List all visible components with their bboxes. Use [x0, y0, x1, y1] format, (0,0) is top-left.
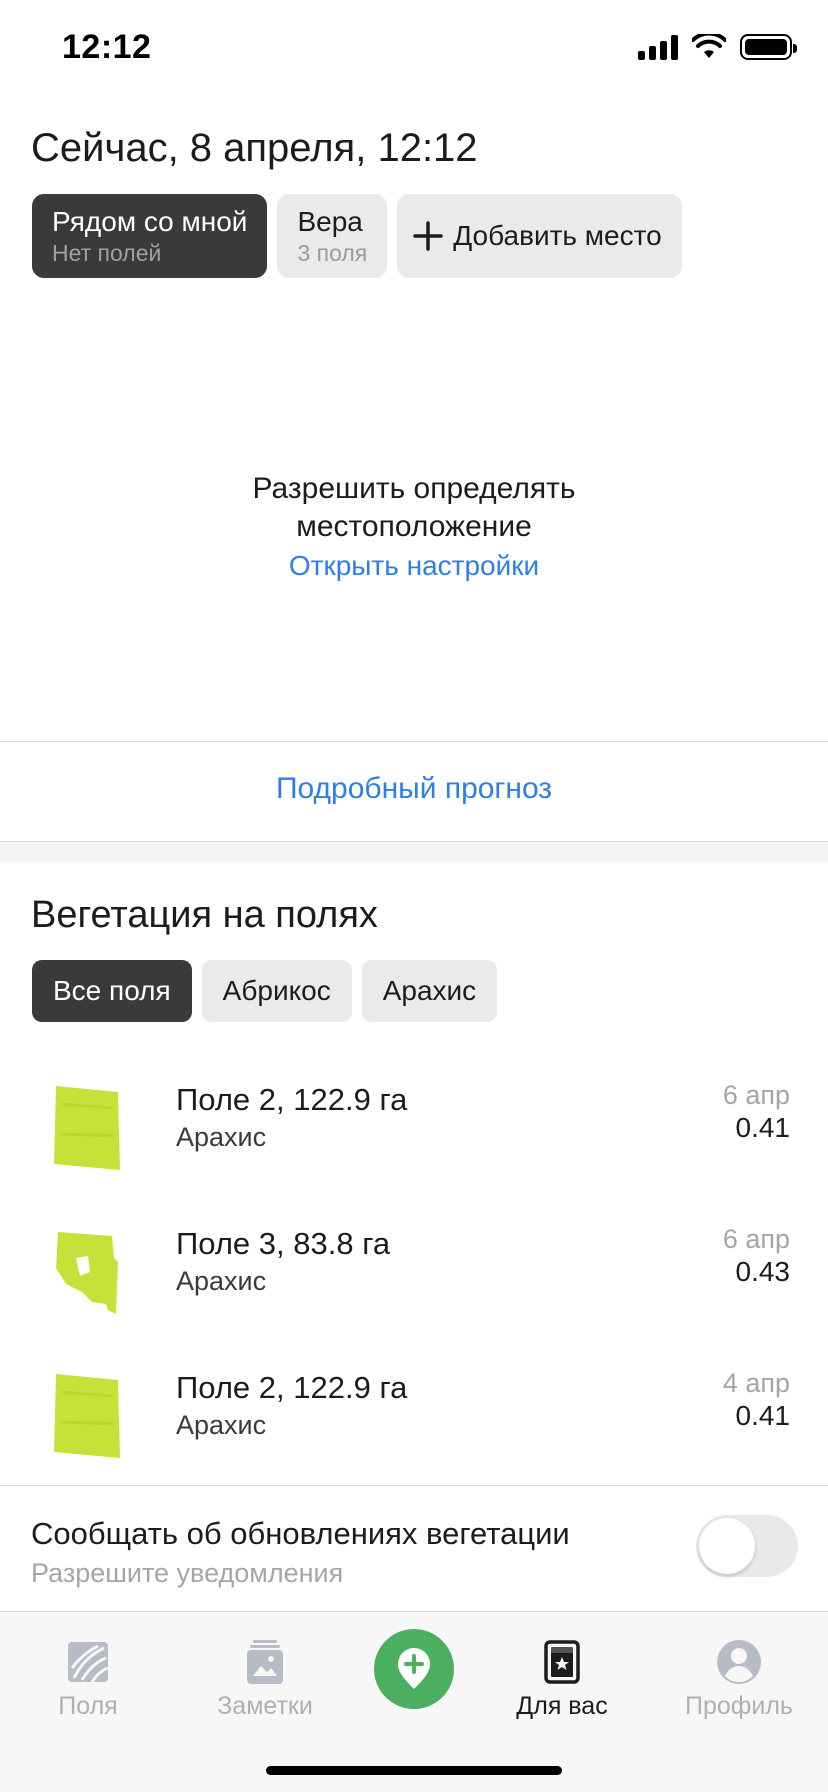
place-chip-subtitle: 3 поля: [297, 240, 368, 266]
field-list-item[interactable]: Поле 3, 83.8 га Арахис 6 апр 0.43: [0, 1206, 828, 1350]
divider: [0, 741, 828, 742]
vegetation-notifications-subtitle: Разрешите уведомления: [31, 1558, 344, 1588]
status-icons: [638, 34, 797, 60]
tab-notes[interactable]: Заметки: [185, 1624, 345, 1721]
page-title: Сейчас, 8 апреля, 12:12: [31, 126, 478, 170]
tab-label: Для вас: [516, 1692, 608, 1720]
field-shape-thumbnail: [54, 1374, 120, 1458]
add-note-button[interactable]: [374, 1629, 454, 1709]
add-place-label: Добавить место: [453, 220, 662, 251]
field-shape-thumbnail: [56, 1232, 118, 1314]
crop-filter-peanut[interactable]: Арахис: [361, 960, 498, 1022]
field-crop: Арахис: [176, 1122, 267, 1152]
place-chip-subtitle: Нет полей: [52, 240, 162, 266]
field-ndvi-date: 6 апр: [722, 1224, 790, 1254]
add-note-location-icon: [398, 1648, 430, 1689]
field-shape-thumbnail: [54, 1086, 120, 1170]
open-settings-link[interactable]: Открыть настройки: [289, 550, 539, 582]
cellular-signal-icon: [638, 34, 678, 60]
field-ndvi-value: 0.41: [735, 1112, 791, 1143]
place-selector: Рядом со мной Нет полей Вера 3 поля Доба…: [32, 194, 682, 278]
location-permission-prompt: Разрешить определять местоположение Откр…: [0, 470, 828, 582]
field-list-item[interactable]: Поле 2, 122.9 га Арахис 4 апр 0.41: [0, 1350, 828, 1494]
status-bar: 12:12: [0, 0, 828, 100]
place-chip-vera[interactable]: Вера 3 поля: [277, 194, 388, 278]
plus-icon: [413, 221, 444, 251]
tab-fields[interactable]: Поля: [8, 1624, 168, 1721]
tab-label: Заметки: [217, 1692, 313, 1720]
place-chip-title: Рядом со мной: [52, 206, 248, 237]
detailed-forecast-link[interactable]: Подробный прогноз: [0, 772, 828, 806]
place-chip-nearby[interactable]: Рядом со мной Нет полей: [32, 194, 268, 278]
field-list-item[interactable]: Поле 2, 122.9 га Арахис 6 апр 0.41: [0, 1062, 828, 1206]
wifi-icon: [692, 34, 726, 58]
section-separator: [0, 842, 828, 862]
crop-filter-apricot[interactable]: Абрикос: [201, 960, 352, 1022]
toggle-knob: [699, 1518, 755, 1574]
tab-profile[interactable]: Профиль: [659, 1624, 819, 1721]
tab-bar: Поля Заметки Для вас Профиль: [0, 1611, 828, 1792]
vegetation-notifications-title: Сообщать об обновлениях вегетации: [31, 1516, 570, 1551]
place-chip-title: Вера: [297, 206, 363, 237]
divider: [0, 1485, 828, 1486]
tab-label: Профиль: [685, 1692, 793, 1720]
location-permission-message: Разрешить определять местоположение: [252, 472, 576, 543]
add-place-button[interactable]: Добавить место: [397, 194, 682, 278]
field-name: Поле 3, 83.8 га: [176, 1226, 391, 1261]
crop-filter-all[interactable]: Все поля: [32, 960, 192, 1022]
field-crop: Арахис: [176, 1410, 267, 1440]
fields-icon: [68, 1642, 109, 1683]
notes-icon: [247, 1640, 283, 1684]
tab-label: Поля: [58, 1692, 118, 1720]
field-ndvi-date: 6 апр: [722, 1080, 790, 1110]
home-indicator[interactable]: [266, 1766, 562, 1775]
tab-for-you[interactable]: Для вас: [482, 1624, 642, 1721]
crop-filter: Все поля Абрикос Арахис: [32, 960, 498, 1022]
field-name: Поле 2, 122.9 га: [176, 1370, 408, 1405]
status-time: 12:12: [62, 28, 152, 66]
battery-icon: [740, 34, 797, 60]
profile-icon: [717, 1640, 761, 1684]
field-ndvi-value: 0.43: [735, 1256, 791, 1287]
for-you-icon: [544, 1640, 580, 1684]
field-name: Поле 2, 122.9 га: [176, 1082, 408, 1117]
vegetation-section-title: Вегетация на полях: [31, 894, 378, 936]
field-crop: Арахис: [176, 1266, 267, 1296]
field-ndvi-date: 4 апр: [722, 1368, 790, 1398]
vegetation-notifications-toggle[interactable]: [696, 1515, 798, 1577]
field-ndvi-value: 0.41: [735, 1400, 791, 1431]
